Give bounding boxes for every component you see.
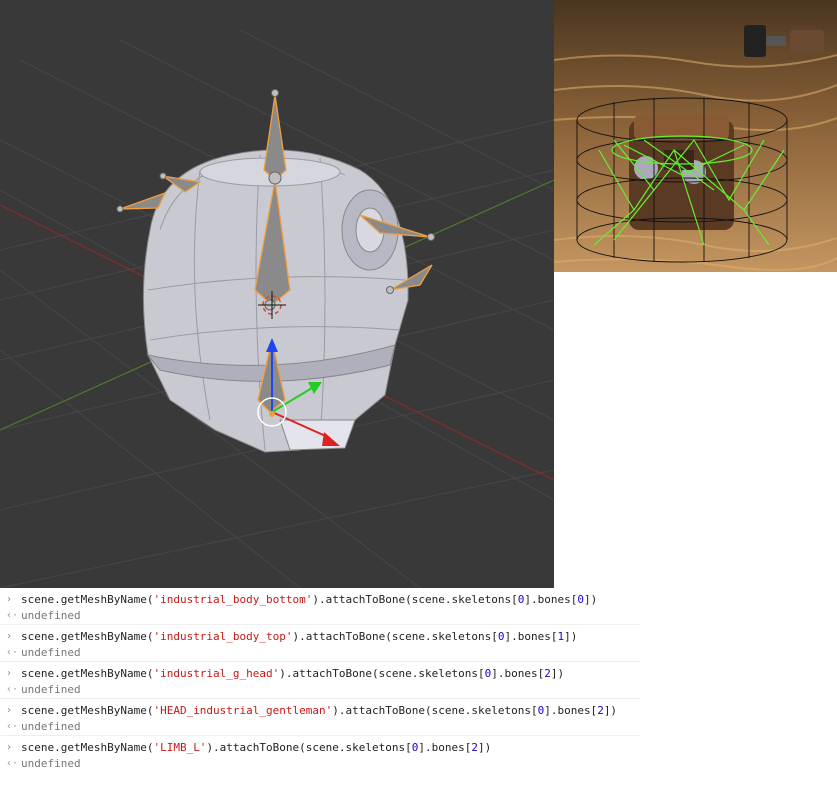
return-arrow-icon: ‹· bbox=[6, 684, 19, 695]
return-arrow-icon: ‹· bbox=[6, 758, 19, 769]
console-result-line: ‹· undefined bbox=[6, 683, 81, 696]
console-input-line[interactable]: › scene.getMeshByName('HEAD_industrial_g… bbox=[0, 699, 640, 719]
mesh-name-string: 'HEAD_industrial_gentleman' bbox=[153, 704, 333, 717]
prompt-chevron-icon: › bbox=[6, 742, 13, 753]
mesh-name-string: 'industrial_body_bottom' bbox=[153, 593, 313, 606]
console-entry: › scene.getMeshByName('industrial_g_head… bbox=[0, 662, 640, 699]
console-input-line[interactable]: › scene.getMeshByName('industrial_body_b… bbox=[0, 588, 640, 608]
prompt-chevron-icon: › bbox=[6, 594, 13, 605]
return-arrow-icon: ‹· bbox=[6, 721, 19, 732]
console-input-line[interactable]: › scene.getMeshByName('industrial_g_head… bbox=[0, 662, 640, 682]
console-entry: › scene.getMeshByName('HEAD_industrial_g… bbox=[0, 699, 640, 736]
prompt-chevron-icon: › bbox=[6, 705, 13, 716]
mesh-name-string: 'industrial_body_top' bbox=[153, 630, 293, 643]
preview-canvas bbox=[554, 0, 837, 272]
mesh-name-string: 'LIMB_L' bbox=[153, 741, 207, 754]
render-preview bbox=[554, 0, 837, 272]
console-result-line: ‹· undefined bbox=[6, 757, 81, 770]
viewport-canvas[interactable] bbox=[0, 0, 554, 588]
mesh-name-string: 'industrial_g_head' bbox=[153, 667, 280, 680]
console-result-line: ‹· undefined bbox=[6, 609, 81, 622]
3d-viewport[interactable] bbox=[0, 0, 554, 588]
devtools-console[interactable]: › scene.getMeshByName('industrial_body_b… bbox=[0, 588, 640, 787]
console-input-line[interactable]: › scene.getMeshByName('LIMB_L').attachTo… bbox=[0, 736, 640, 756]
console-result-line: ‹· undefined bbox=[6, 646, 81, 659]
console-input-line[interactable]: › scene.getMeshByName('industrial_body_t… bbox=[0, 625, 640, 645]
prompt-chevron-icon: › bbox=[6, 668, 13, 679]
return-arrow-icon: ‹· bbox=[6, 610, 19, 621]
console-entry: › scene.getMeshByName('industrial_body_b… bbox=[0, 588, 640, 625]
console-result-line: ‹· undefined bbox=[6, 720, 81, 733]
console-entry: › scene.getMeshByName('industrial_body_t… bbox=[0, 625, 640, 662]
return-arrow-icon: ‹· bbox=[6, 647, 19, 658]
prompt-chevron-icon: › bbox=[6, 631, 13, 642]
console-entry: › scene.getMeshByName('LIMB_L').attachTo… bbox=[0, 736, 640, 772]
